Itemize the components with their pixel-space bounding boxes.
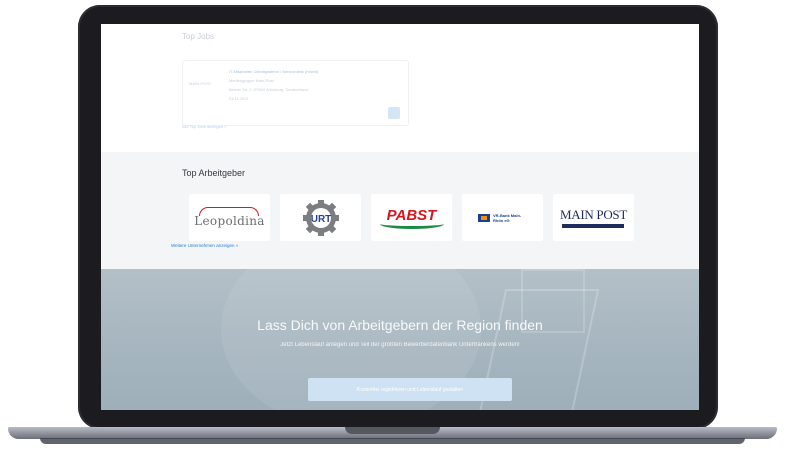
laptop-screen: Top Jobs MAIN-POST IT-Mitarbeiter Client… <box>101 24 699 410</box>
job-company-logo: MAIN-POST <box>189 81 212 86</box>
employer-logo-pabst[interactable]: PABST <box>371 194 452 241</box>
job-company: Mediengruppe Main-Post <box>229 78 274 83</box>
svg-text:URT: URT <box>310 214 331 225</box>
job-date: 03.11.2021 <box>229 96 249 101</box>
urt-gear-icon: URT <box>302 199 339 236</box>
pabst-wordmark: PABST <box>386 206 437 224</box>
job-open-button[interactable] <box>388 107 400 119</box>
employer-logo-leopoldina[interactable]: Leopoldina <box>189 194 270 241</box>
top-jobs-title: Top Jobs <box>182 32 215 41</box>
job-title-link[interactable]: IT-Mitarbeiter Clientsysteme / Servicede… <box>229 69 318 74</box>
hero-subtitle: Jetzt Lebenslauf anlegen und Teil der gr… <box>280 342 520 348</box>
all-top-jobs-link[interactable]: Alle Top Jobs anzeigen » <box>182 124 226 129</box>
hero-banner: Lass Dich von Arbeitgebern der Region fi… <box>101 269 699 410</box>
vr-bank-mark-icon <box>478 213 490 222</box>
employer-logo-urt[interactable]: URT <box>280 194 361 241</box>
employer-logo-vr-bank[interactable]: VR-Bank Main-Rhön eG <box>462 194 543 241</box>
register-cv-button[interactable]: Kostenfrei registrieren und Lebenslauf g… <box>308 378 512 401</box>
leopoldina-wordmark: Leopoldina <box>194 214 265 228</box>
job-card[interactable]: MAIN-POST IT-Mitarbeiter Clientsysteme /… <box>182 60 409 126</box>
main-post-wordmark: MAIN POST <box>559 207 627 222</box>
laptop-base-shadow <box>40 438 745 444</box>
top-employers-title: Top Arbeitgeber <box>182 168 246 178</box>
vr-bank-wordmark: VR-Bank Main-Rhön eG <box>493 212 522 223</box>
hero-title: Lass Dich von Arbeitgebern der Region fi… <box>257 317 543 333</box>
top-employers-section: Top Arbeitgeber Leopoldina URT PABST VR-… <box>101 152 699 269</box>
employer-logo-row: Leopoldina URT PABST VR-Bank Main-Rhön e… <box>189 194 634 241</box>
more-companies-link[interactable]: Weitere Unternehmen anzeigen » <box>171 243 238 248</box>
laptop-notch <box>345 427 440 434</box>
employer-logo-main-post[interactable]: MAIN POST <box>553 194 634 241</box>
top-jobs-section: Top Jobs MAIN-POST IT-Mitarbeiter Client… <box>101 24 699 152</box>
job-address: Berner Str. 2, 97084 Würzburg, Deutschla… <box>229 87 308 92</box>
